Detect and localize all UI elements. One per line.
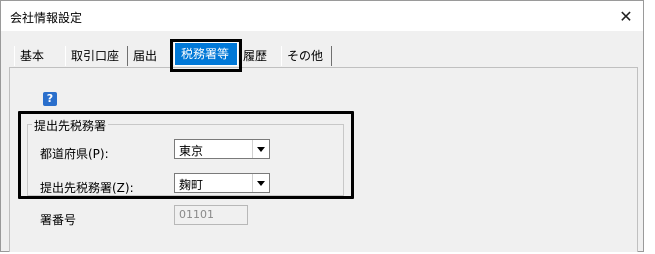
window-title: 会社情報設定 [10,11,83,25]
office-number-label: 署番号 [40,213,77,227]
group-highlight-box [18,111,354,199]
tab-other[interactable]: その他 [281,46,332,66]
close-icon: ✕ [619,6,633,26]
tab-history[interactable]: 履歴 [237,46,282,66]
help-icon[interactable]: ? [43,92,57,106]
tab-bank-account[interactable]: 取引口座 [65,46,128,66]
office-number-field: 01101 [174,205,248,225]
close-button[interactable]: ✕ [609,1,643,31]
tab-basic[interactable]: 基本 [14,46,66,66]
tab-highlight-box [170,39,242,72]
tab-strip: 基本 取引口座 届出 税務署等 履歴 その他 [9,42,609,68]
title-bar: 会社情報設定 ✕ [1,1,643,31]
tab-notification[interactable]: 届出 [128,46,168,66]
